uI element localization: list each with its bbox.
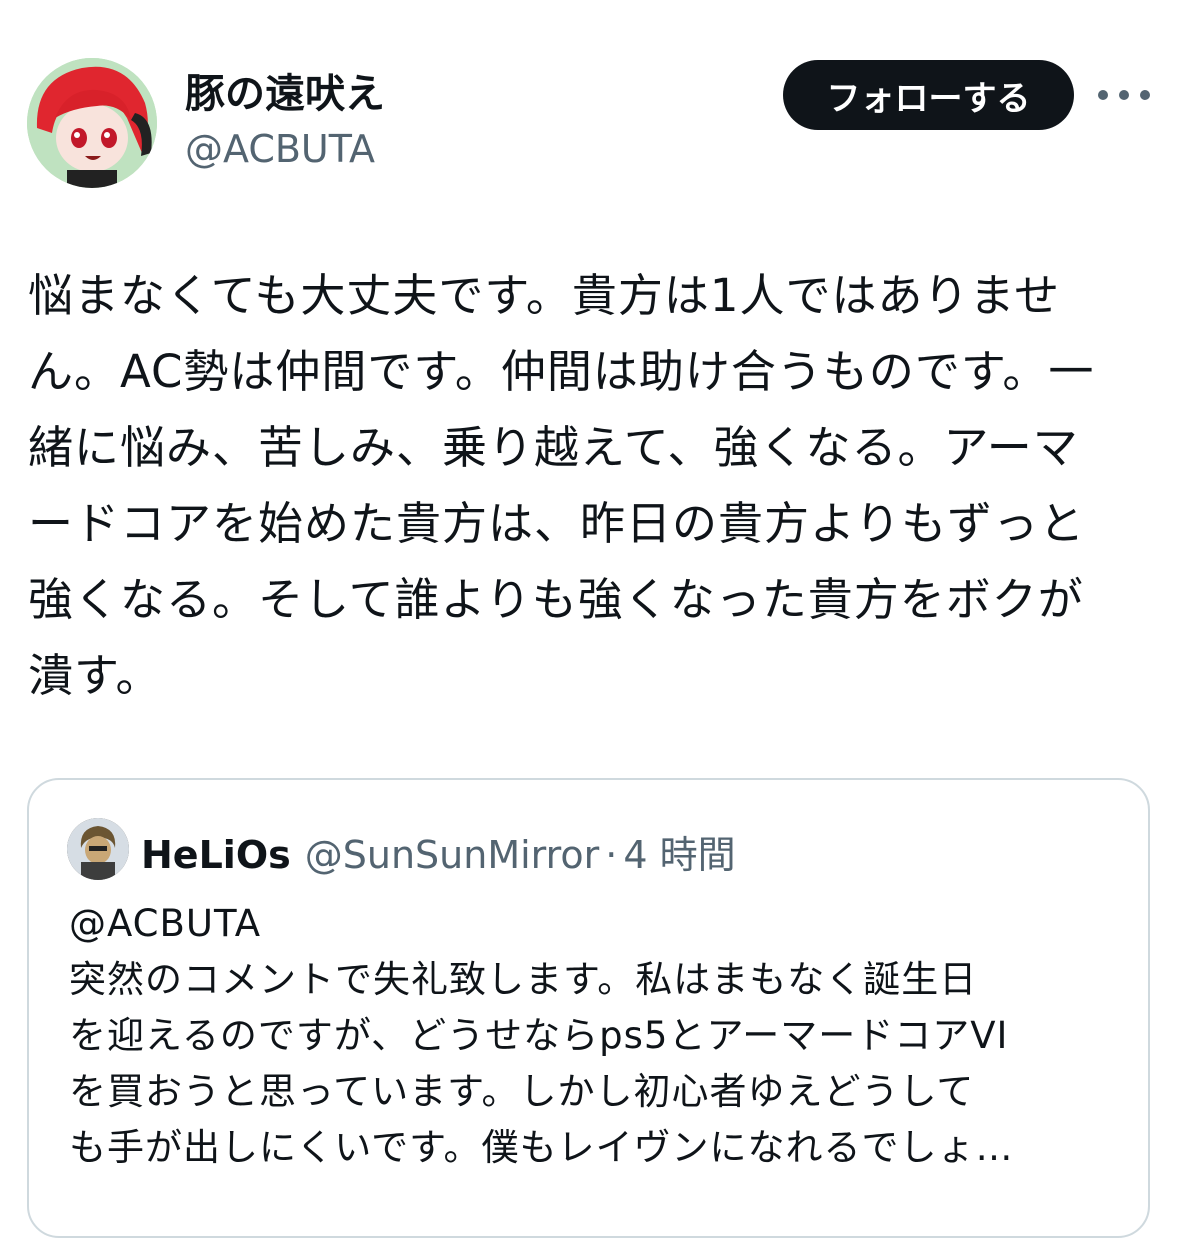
tweet-header: 豚の遠吠え @ACBUTA フォローする: [0, 0, 1179, 200]
quote-tweet-card[interactable]: HeLiOs @SunSunMirror · 4 時間 @ACBUTA 突然のコ…: [27, 778, 1150, 1238]
follow-button[interactable]: フォローする: [783, 60, 1074, 130]
quote-author-avatar[interactable]: [67, 818, 129, 880]
author-display-name[interactable]: 豚の遠吠え: [185, 68, 385, 120]
quote-avatar-image: [67, 818, 129, 880]
author-avatar-image: [27, 58, 157, 188]
more-dot: [1119, 90, 1129, 100]
quote-author-handle[interactable]: @SunSunMirror: [305, 833, 600, 877]
quote-text: @ACBUTA 突然のコメントで失礼致します。私はまもなく誕生日 を迎えるのです…: [69, 902, 1014, 1169]
more-dot: [1140, 90, 1150, 100]
quote-author-name[interactable]: HeLiOs: [141, 833, 291, 877]
author-handle[interactable]: @ACBUTA: [185, 124, 375, 174]
quote-timestamp[interactable]: 4 時間: [623, 824, 735, 879]
more-horizontal-icon[interactable]: [1098, 80, 1150, 110]
quote-meta: HeLiOs @SunSunMirror · 4 時間: [141, 824, 736, 879]
quote-separator: ·: [605, 833, 618, 877]
author-avatar[interactable]: [27, 58, 157, 188]
more-dot: [1098, 90, 1108, 100]
tweet-text: 悩まなくても大丈夫です。貴方は1人ではありませ ん。AC勢は仲間です。仲間は助け…: [28, 269, 1095, 702]
